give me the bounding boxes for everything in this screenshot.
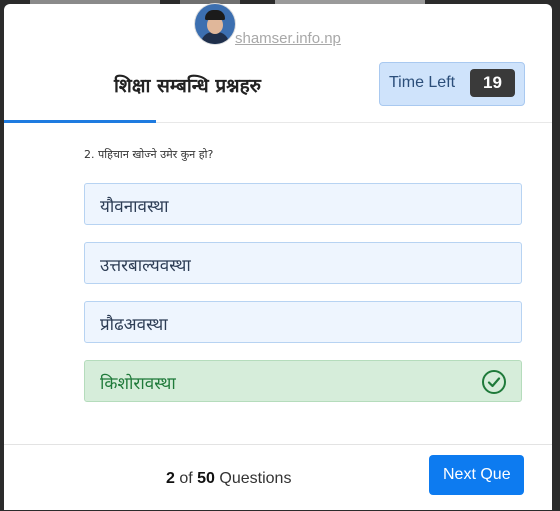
site-link[interactable]: shamser.info.np [235, 30, 341, 47]
check-circle-icon [482, 370, 506, 394]
timer-value: 19 [470, 69, 515, 97]
current-question-number: 2 [166, 470, 175, 487]
timer-label: Time Left [389, 74, 456, 91]
timer-badge: Time Left 19 [379, 62, 525, 106]
counter-of: of [179, 470, 193, 487]
quiz-footer: 2 of 50 Questions Next Que [4, 444, 552, 511]
answer-option-correct[interactable]: किशोरावस्था [84, 360, 522, 402]
quiz-header: शिक्षा सम्बन्धि प्रश्नहरु Time Left 19 [4, 60, 552, 123]
answer-option[interactable]: यौवनावस्था [84, 183, 522, 225]
question-counter: 2 of 50 Questions [166, 470, 291, 488]
quiz-card: shamser.info.np शिक्षा सम्बन्धि प्रश्नहर… [4, 4, 552, 510]
tab-indicator [4, 120, 156, 123]
quiz-title: शिक्षा सम्बन्धि प्रश्नहरु [114, 75, 262, 97]
answer-option-label: किशोरावस्था [100, 374, 176, 394]
answer-option-label: उत्तरबाल्यवस्था [100, 256, 191, 276]
avatar [195, 4, 235, 44]
answer-option-label: यौवनावस्था [100, 197, 169, 217]
total-questions: 50 [197, 470, 215, 487]
avatar-cap [205, 10, 225, 20]
answer-option[interactable]: उत्तरबाल्यवस्था [84, 242, 522, 284]
answer-option[interactable]: प्रौढअवस्था [84, 301, 522, 343]
question-text: 2. पहिचान खोज्ने उमेर कुन हो? [84, 148, 214, 161]
next-question-button[interactable]: Next Que [429, 455, 524, 495]
answer-option-label: प्रौढअवस्था [100, 315, 168, 335]
counter-questions-label: Questions [219, 470, 292, 487]
